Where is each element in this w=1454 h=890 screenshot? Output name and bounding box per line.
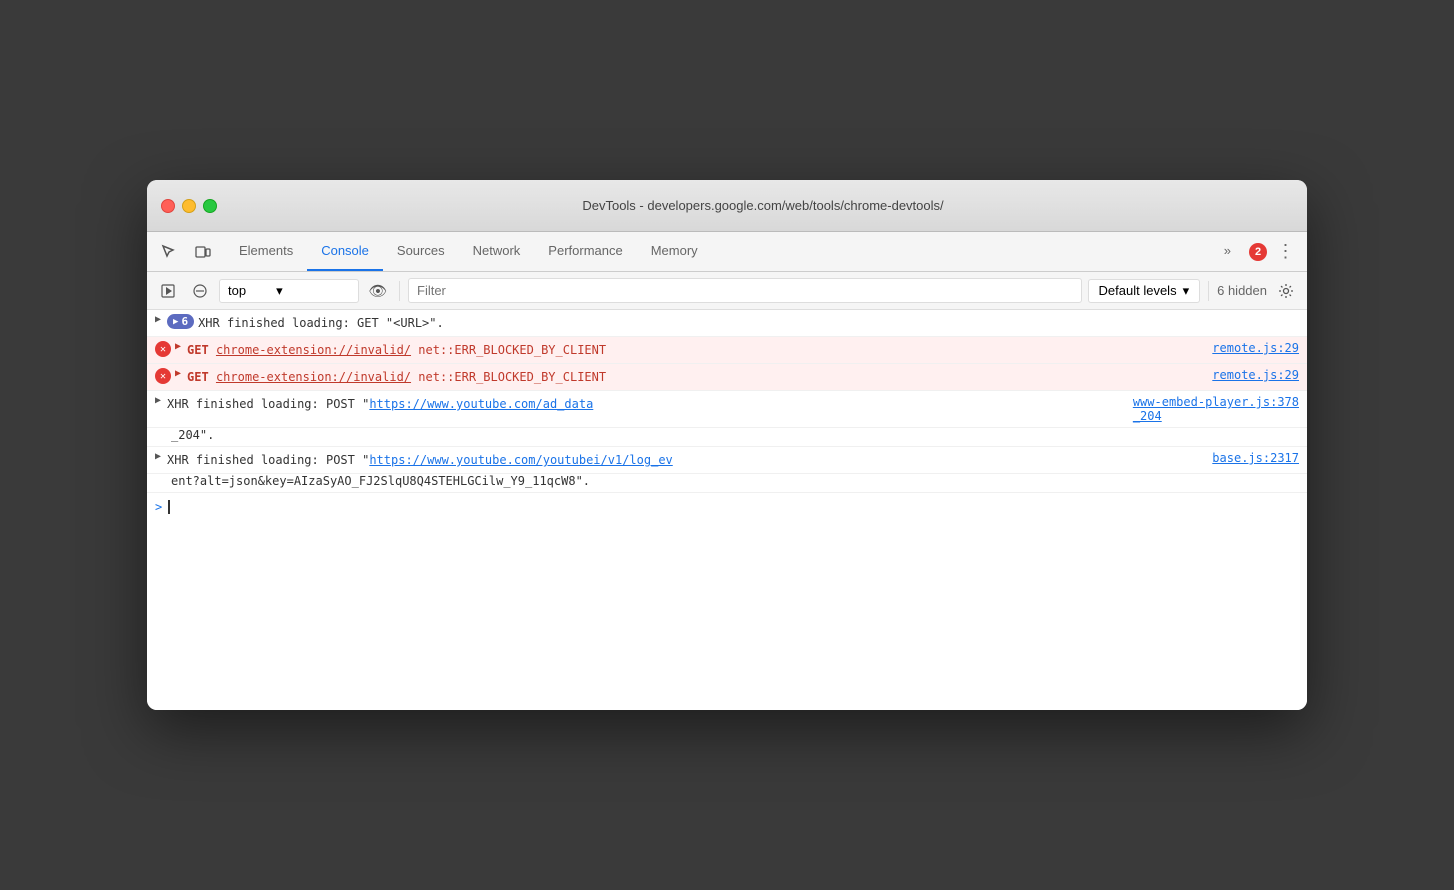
tab-bar-icons <box>155 232 217 271</box>
console-row-error1: ✕ ▶ GET chrome-extension://invalid/ net:… <box>147 337 1307 364</box>
expand-icon[interactable]: ▶ <box>175 368 181 379</box>
xhr2-continuation: _204". <box>147 428 1307 447</box>
xhr-post-url2[interactable]: https://www.youtube.com/youtubei/v1/log_… <box>369 453 672 467</box>
source-link[interactable]: remote.js:29 <box>1212 341 1299 355</box>
expand-icon[interactable]: ▶ <box>175 341 181 352</box>
source-link3[interactable]: www-embed-player.js:378_204 <box>1133 395 1299 423</box>
expand-icon[interactable]: ▶ <box>155 314 161 325</box>
separator <box>399 281 400 301</box>
console-toolbar: top ▾ 👁 Default levels ▾ 6 hidden <box>147 272 1307 310</box>
tab-bar: Elements Console Sources Network Perform… <box>147 232 1307 272</box>
expand-icon[interactable]: ▶ <box>155 395 161 406</box>
xhr-count-badge: ▶ 6 <box>167 314 194 329</box>
filter-input[interactable] <box>408 278 1082 303</box>
console-error-text2: GET chrome-extension://invalid/ net::ERR… <box>187 368 1204 386</box>
console-cursor <box>168 500 170 514</box>
traffic-lights <box>161 199 217 213</box>
console-error-text: GET chrome-extension://invalid/ net::ERR… <box>187 341 1204 359</box>
expand-icon[interactable]: ▶ <box>155 451 161 462</box>
tab-network[interactable]: Network <box>459 232 535 271</box>
more-tabs-button[interactable]: » <box>1210 232 1245 271</box>
close-button[interactable] <box>161 199 175 213</box>
tab-elements[interactable]: Elements <box>225 232 307 271</box>
window-title: DevTools - developers.google.com/web/too… <box>233 198 1293 213</box>
console-row-xhr1: ▶ ▶ 6 XHR finished loading: GET "<URL>". <box>147 310 1307 337</box>
console-input-row: > <box>147 493 1307 521</box>
devtools-menu-button[interactable]: ⋮ <box>1271 238 1299 266</box>
eye-icon-button[interactable]: 👁 <box>365 278 391 304</box>
console-row-xhr2: ▶ XHR finished loading: POST "https://ww… <box>147 391 1307 428</box>
error-icon: ✕ <box>155 341 171 357</box>
console-content: ▶ ▶ 6 XHR finished loading: GET "<URL>".… <box>147 310 1307 710</box>
tab-bar-right: » 2 ⋮ <box>1210 232 1299 271</box>
error-badge: 2 <box>1249 243 1267 261</box>
xhr3-continuation: ent?alt=json&key=AIzaSyAO_FJ2SlqU8Q4STEH… <box>147 474 1307 493</box>
error-count-badge: 2 <box>1249 243 1267 261</box>
context-selector[interactable]: top ▾ <box>219 279 359 303</box>
error-icon: ✕ <box>155 368 171 384</box>
console-message-text: XHR finished loading: GET "<URL>". <box>198 314 1299 332</box>
run-script-button[interactable] <box>155 278 181 304</box>
console-prompt-icon: > <box>155 500 162 514</box>
tab-memory[interactable]: Memory <box>637 232 712 271</box>
error-url2[interactable]: chrome-extension://invalid/ <box>216 370 411 384</box>
chevron-down-icon: ▾ <box>276 283 283 299</box>
tab-console[interactable]: Console <box>307 232 383 271</box>
console-message-text2: XHR finished loading: POST "https://www.… <box>167 395 1125 413</box>
maximize-button[interactable] <box>203 199 217 213</box>
chevron-down-icon: ▾ <box>1183 283 1190 299</box>
title-bar: DevTools - developers.google.com/web/too… <box>147 180 1307 232</box>
inspect-icon-button[interactable] <box>155 238 183 266</box>
console-row-error2: ✕ ▶ GET chrome-extension://invalid/ net:… <box>147 364 1307 391</box>
device-toolbar-icon-button[interactable] <box>189 238 217 266</box>
xhr-post-url[interactable]: https://www.youtube.com/ad_data <box>369 397 593 411</box>
hidden-count: 6 hidden <box>1217 283 1267 298</box>
devtools-window: DevTools - developers.google.com/web/too… <box>147 180 1307 710</box>
console-settings-button[interactable] <box>1273 278 1299 304</box>
tab-sources[interactable]: Sources <box>383 232 459 271</box>
source-link2[interactable]: remote.js:29 <box>1212 368 1299 382</box>
tab-performance[interactable]: Performance <box>534 232 636 271</box>
log-levels-button[interactable]: Default levels ▾ <box>1088 279 1201 303</box>
clear-console-button[interactable] <box>187 278 213 304</box>
play-icon: ▶ <box>173 317 178 327</box>
source-link4[interactable]: base.js:2317 <box>1212 451 1299 465</box>
minimize-button[interactable] <box>182 199 196 213</box>
console-row-xhr3: ▶ XHR finished loading: POST "https://ww… <box>147 447 1307 474</box>
separator2 <box>1208 281 1209 301</box>
console-message-text3: XHR finished loading: POST "https://www.… <box>167 451 1204 469</box>
error-url[interactable]: chrome-extension://invalid/ <box>216 343 411 357</box>
